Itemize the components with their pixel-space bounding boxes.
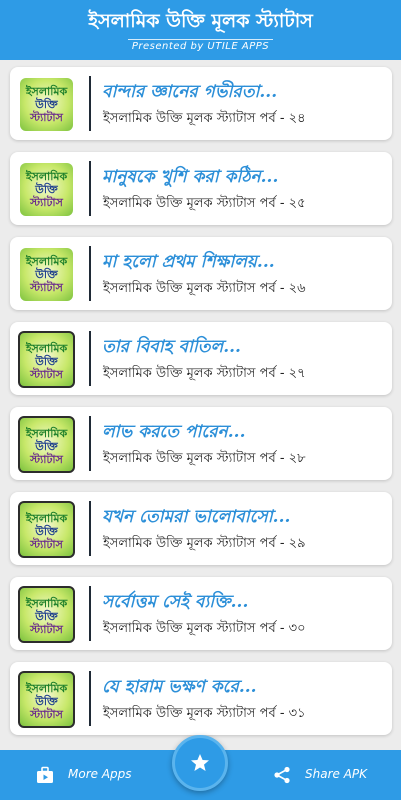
thumbnail-line: ইসলামিক [25, 597, 68, 610]
thumbnail-line: ইসলামিক [25, 512, 68, 525]
list-item[interactable]: ইসলামিক উক্তি স্ট্যাটাস যে হারাম ভক্ষণ ক… [10, 662, 392, 735]
item-subtitle: ইসলামিক উক্তি মূলক স্ট্যাটাস পর্ব - ২৪ [103, 111, 306, 126]
list-item[interactable]: ইসলামিক উক্তি স্ট্যাটাস সর্বোত্তম সেই ব্… [10, 577, 392, 650]
item-subtitle: ইসলামিক উক্তি মূলক স্ট্যাটাস পর্ব - ২৭ [103, 366, 306, 381]
item-subtitle: ইসলামিক উক্তি মূলক স্ট্যাটাস পর্ব - ৩০ [103, 621, 306, 636]
thumbnail-image: ইসলামিক উক্তি স্ট্যাটাস [18, 671, 75, 728]
header-divider [128, 39, 273, 40]
list-item[interactable]: ইসলামিক উক্তি স্ট্যাটাস লাভ করতে পারেন..… [10, 407, 392, 480]
item-subtitle: ইসলামিক উক্তি মূলক স্ট্যাটাস পর্ব - ২৬ [103, 281, 306, 296]
thumbnail-line: উক্তি [35, 268, 58, 281]
thumbnail-line: স্ট্যাটাস [30, 196, 63, 209]
app-subtitle: Presented by UTILE APPS [131, 41, 270, 52]
thumbnail-image: ইসলামিক উক্তি স্ট্যাটাস [18, 331, 75, 388]
item-title: তার বিবাহ বাতিল... [102, 337, 241, 357]
thumbnail-line: স্ট্যাটাস [30, 538, 63, 551]
thumbnail-line: ইসলামিক [25, 682, 68, 695]
item-title: মা হলো প্রথম শিক্ষালয়... [102, 252, 275, 272]
list-item[interactable]: ইসলামিক উক্তি স্ট্যাটাস যখন তোমরা ভালোবা… [10, 492, 392, 565]
list-item[interactable]: ইসলামিক উক্তি স্ট্যাটাস মানুষকে খুশি করা… [10, 152, 392, 225]
thumbnail-line: স্ট্যাটাস [30, 623, 63, 636]
thumbnail-line: উক্তি [35, 610, 58, 623]
app-title: ইসলামিক উক্তি মূলক স্ট্যাটাস [88, 10, 313, 32]
item-divider [89, 161, 91, 216]
more-apps-label: More Apps [68, 767, 132, 781]
thumbnail-line: উক্তি [35, 355, 58, 368]
thumbnail-line: উক্তি [35, 440, 58, 453]
item-title: বান্দার জ্ঞানের গভীরতা... [102, 82, 278, 102]
thumbnail-line: উক্তি [35, 183, 58, 196]
thumbnail-image: ইসলামিক উক্তি স্ট্যাটাস [18, 501, 75, 558]
thumbnail-line: ইসলামিক [25, 342, 68, 355]
thumbnail-line: ইসলামিক [25, 85, 68, 98]
item-title: সর্বোত্তম সেই ব্যক্তি... [102, 592, 249, 612]
item-subtitle: ইসলামিক উক্তি মূলক স্ট্যাটাস পর্ব - ২৮ [103, 451, 306, 466]
thumbnail-line: উক্তি [35, 525, 58, 538]
item-title: যখন তোমরা ভালোবাসো... [102, 507, 291, 527]
thumbnail-line: উক্তি [35, 695, 58, 708]
item-title: যে হারাম ভক্ষণ করে... [102, 677, 257, 697]
app-header: ইসলামিক উক্তি মূলক স্ট্যাটাস Presented b… [0, 0, 401, 60]
item-divider [89, 416, 91, 471]
thumbnail-line: স্ট্যাটাস [30, 368, 63, 381]
thumbnail-image: ইসলামিক উক্তি স্ট্যাটাস [20, 78, 73, 131]
item-divider [89, 246, 91, 301]
thumbnail-line: ইসলামিক [25, 427, 68, 440]
item-subtitle: ইসলামিক উক্তি মূলক স্ট্যাটাস পর্ব - ২৫ [103, 196, 306, 211]
share-apk-label: Share APK [305, 767, 368, 781]
list-item[interactable]: ইসলামিক উক্তি স্ট্যাটাস বান্দার জ্ঞানের … [10, 67, 392, 140]
item-divider [89, 586, 91, 641]
star-icon [191, 754, 209, 771]
item-divider [89, 331, 91, 386]
item-divider [89, 76, 91, 131]
thumbnail-line: স্ট্যাটাস [30, 281, 63, 294]
item-divider [89, 501, 91, 556]
thumbnail-line: স্ট্যাটাস [30, 111, 63, 124]
item-title: মানুষকে খুশি করা কঠিন... [102, 167, 279, 187]
list-item[interactable]: ইসলামিক উক্তি স্ট্যাটাস তার বিবাহ বাতিল.… [10, 322, 392, 395]
list-item[interactable]: ইসলামিক উক্তি স্ট্যাটাস মা হলো প্রথম শিক… [10, 237, 392, 310]
apps-bag-icon [36, 766, 54, 784]
thumbnail-line: স্ট্যাটাস [30, 708, 63, 721]
thumbnail-line: স্ট্যাটাস [30, 453, 63, 466]
thumbnail-line: উক্তি [35, 98, 58, 111]
share-icon [273, 766, 291, 784]
thumbnail-image: ইসলামিক উক্তি স্ট্যাটাস [18, 586, 75, 643]
thumbnail-line: ইসলামিক [25, 170, 68, 183]
item-subtitle: ইসলামিক উক্তি মূলক স্ট্যাটাস পর্ব - ২৯ [103, 536, 306, 551]
item-divider [89, 671, 91, 726]
thumbnail-line: ইসলামিক [25, 255, 68, 268]
thumbnail-image: ইসলামিক উক্তি স্ট্যাটাস [18, 416, 75, 473]
thumbnail-image: ইসলামিক উক্তি স্ট্যাটাস [20, 248, 73, 301]
item-subtitle: ইসলামিক উক্তি মূলক স্ট্যাটাস পর্ব - ৩১ [103, 706, 306, 721]
thumbnail-image: ইসলামিক উক্তি স্ট্যাটাস [20, 163, 73, 216]
item-title: লাভ করতে পারেন... [102, 422, 246, 442]
favorite-fab-button[interactable] [172, 735, 228, 791]
